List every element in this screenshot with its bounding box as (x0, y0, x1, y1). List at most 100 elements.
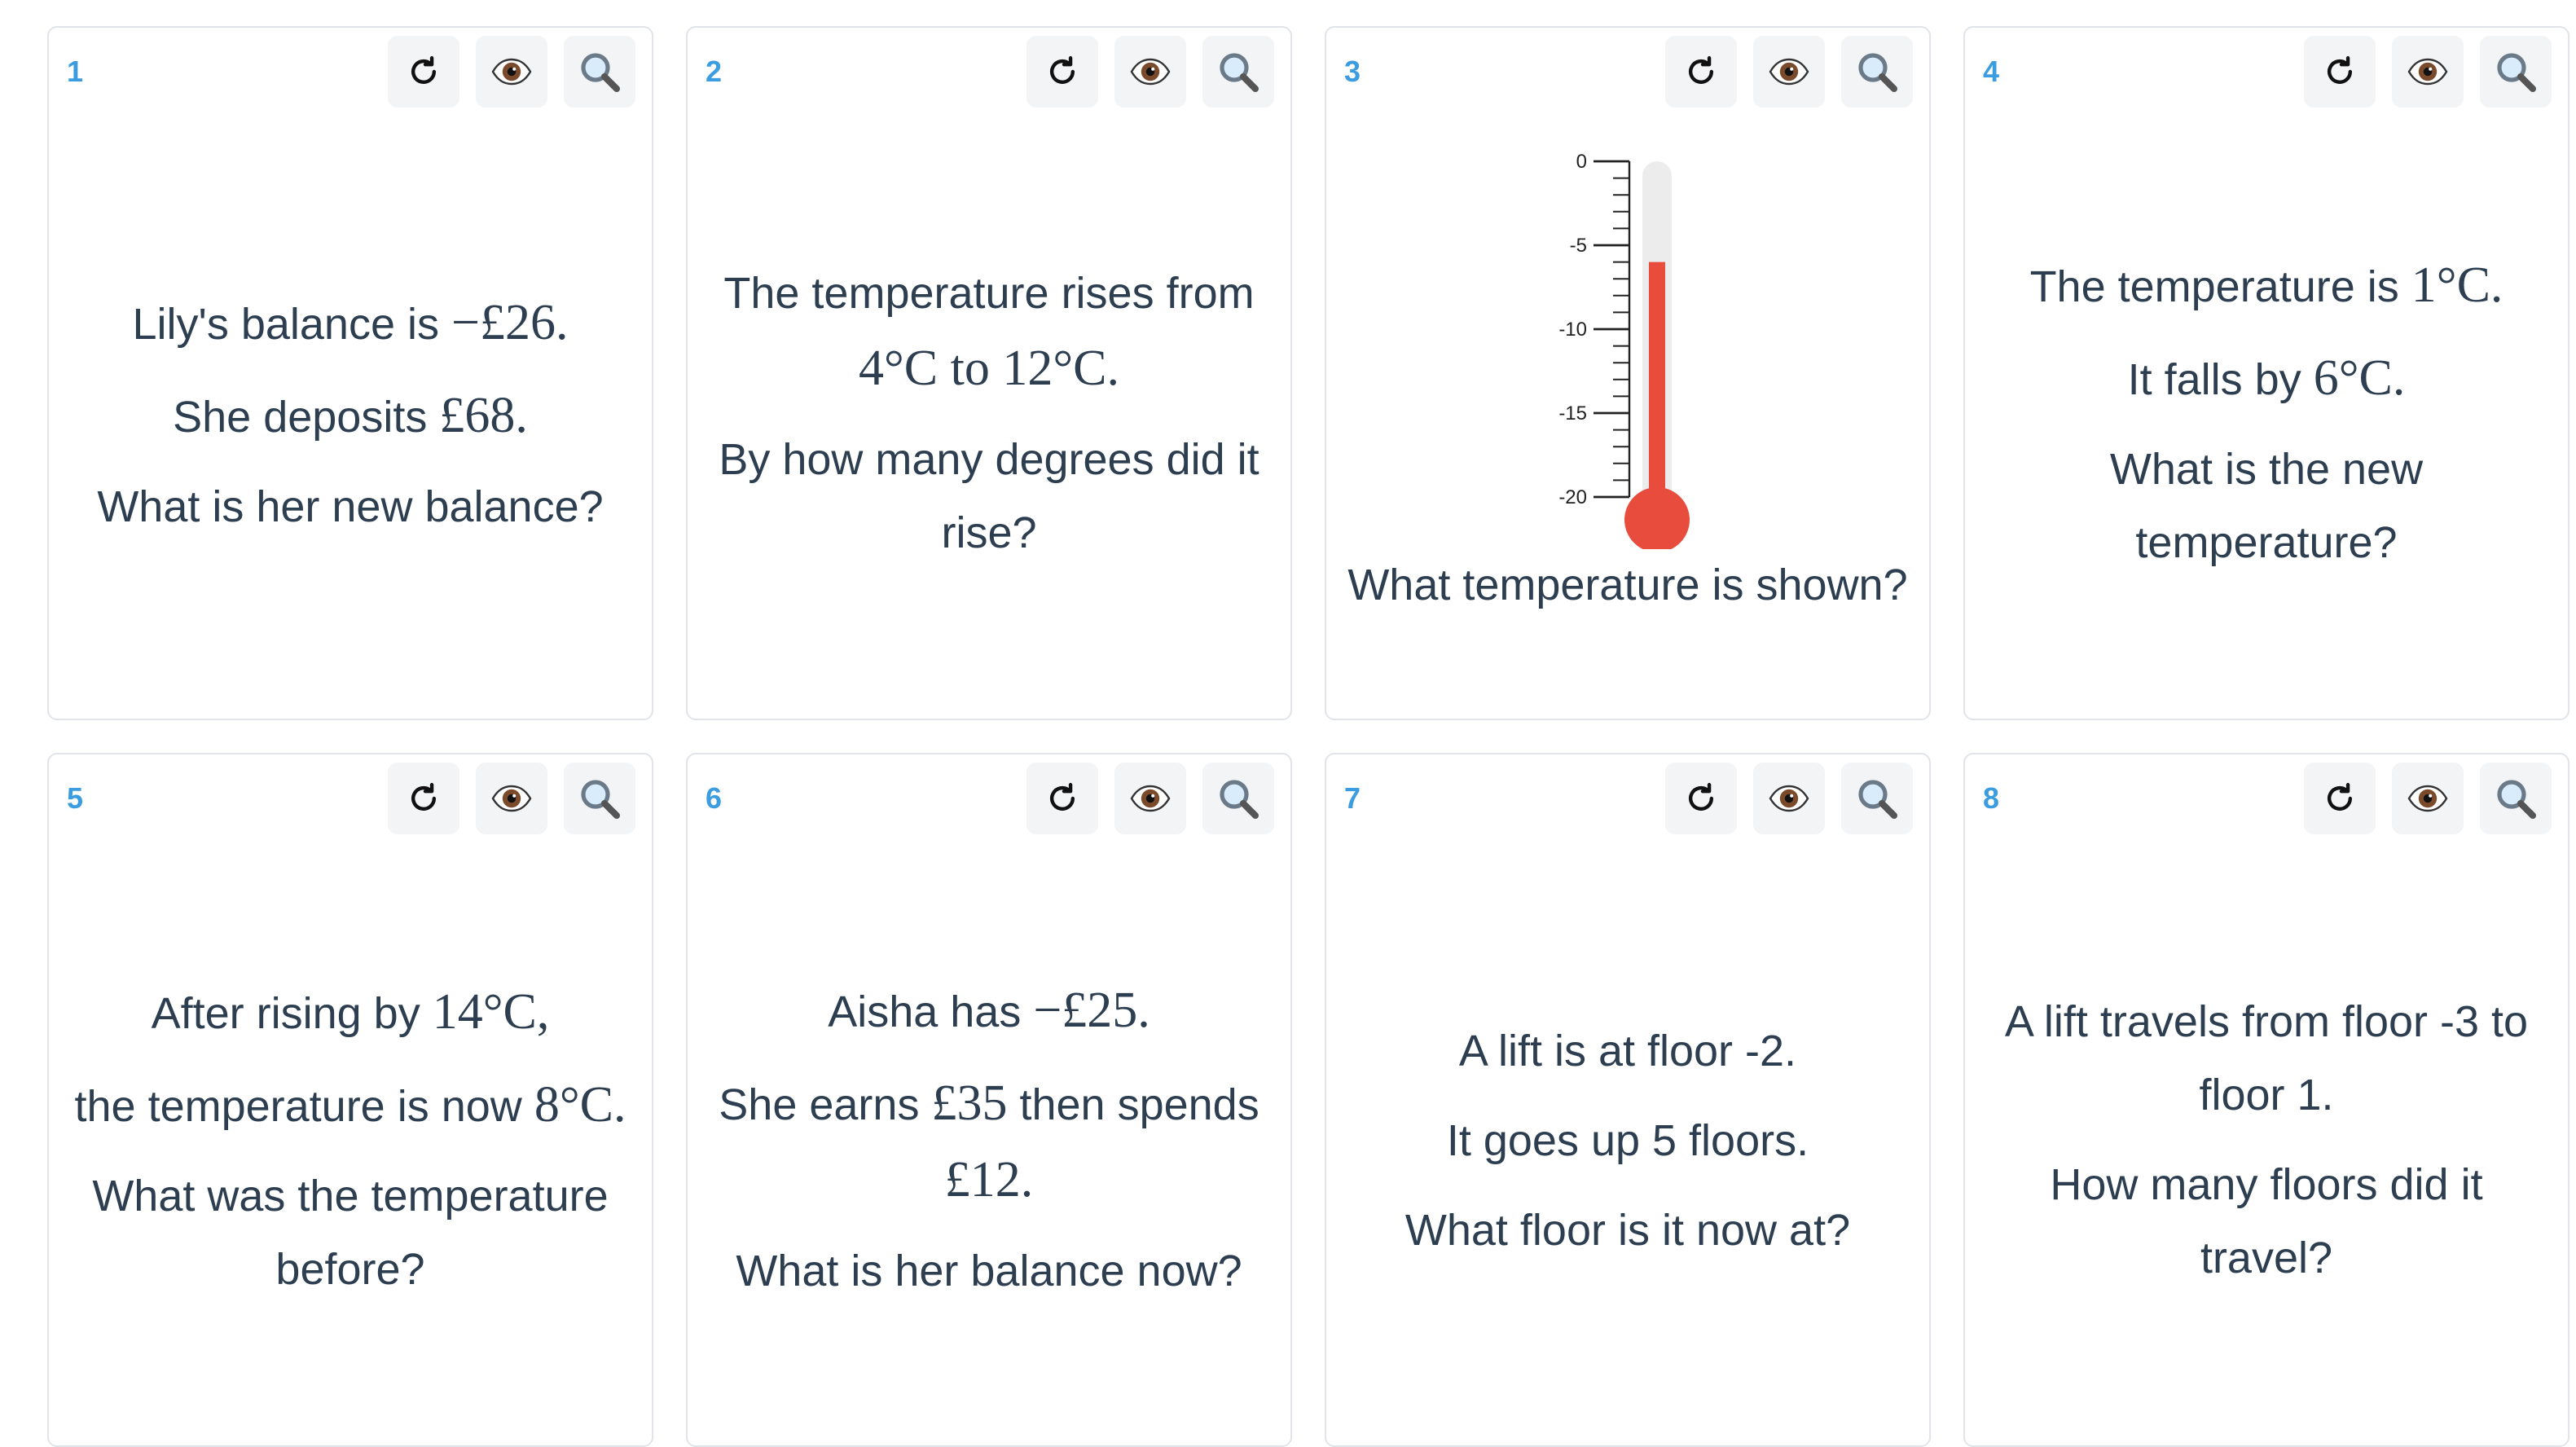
eye-icon (1129, 54, 1172, 90)
regenerate-button[interactable] (1665, 36, 1737, 108)
question-text: 0 -5 -10 -15 -20 What temperature is shown? (1339, 109, 1916, 719)
thermometer-tick-label: -5 (1570, 235, 1587, 257)
regenerate-button[interactable] (388, 763, 459, 834)
eye-icon (2407, 54, 2449, 90)
regenerate-button[interactable] (1026, 763, 1098, 834)
question-text: After rising by 14°C, the temperature is … (62, 836, 639, 1445)
question-line: What floor is it now at? (1405, 1194, 1850, 1267)
thermometer-tick-label: -10 (1558, 319, 1587, 341)
reveal-answer-button[interactable] (1753, 763, 1825, 834)
math-expression: −£25. (1033, 981, 1150, 1038)
zoom-button[interactable] (1202, 763, 1274, 834)
reveal-answer-button[interactable] (2392, 36, 2464, 108)
text-segment: Aisha has (828, 987, 1034, 1036)
question-card: 1 Lily's balance is −£26. She deposits £68… (47, 26, 653, 720)
question-line: Lily's balance is −£26. (133, 284, 569, 361)
magnifier-icon (578, 777, 621, 820)
regenerate-button[interactable] (2304, 763, 2376, 834)
magnifier-icon (578, 51, 621, 93)
regenerate-button[interactable] (1665, 763, 1737, 834)
thermometer-tick-label: 0 (1576, 151, 1587, 173)
text-segment: How many floors did it travel? (2050, 1160, 2483, 1282)
refresh-icon (1683, 54, 1719, 90)
question-card: 8 A lift travels from floor -3 to floor 1… (1963, 753, 2569, 1447)
eye-icon (1768, 781, 1810, 816)
math-expression: 4°C to 12°C. (858, 339, 1119, 396)
question-card-grid: 1 Lily's balance is −£26. She deposits £68… (47, 26, 2569, 1447)
reveal-answer-button[interactable] (1114, 763, 1186, 834)
eye-icon (490, 781, 533, 816)
text-segment: What floor is it now at? (1404, 1205, 1851, 1254)
card-toolbar (2304, 763, 2552, 834)
text-segment: It falls by (2127, 355, 2314, 404)
question-line: The temperature is 1°C. (2030, 248, 2503, 324)
text-segment: A lift travels from floor -3 to floor 1. (2004, 997, 2529, 1119)
zoom-button[interactable] (564, 36, 635, 108)
zoom-button[interactable] (1202, 36, 1274, 108)
question-card: 4 The temperature is 1°C. It falls by 6°C.… (1963, 26, 2569, 720)
question-card: 6 Aisha has −£25. She earns £35 then spend… (686, 753, 1292, 1447)
card-toolbar (388, 36, 635, 108)
question-line: A lift travels from floor -3 to floor 1. (1978, 986, 2555, 1133)
question-line: What temperature is shown? (1347, 561, 1908, 609)
question-line: What is her balance now? (736, 1235, 1242, 1308)
reveal-answer-button[interactable] (476, 763, 547, 834)
math-expression: £35 (931, 1074, 1008, 1131)
reveal-answer-button[interactable] (476, 36, 547, 108)
question-line: Aisha has −£25. (828, 973, 1150, 1049)
text-segment: After rising by (151, 989, 433, 1038)
math-expression: 14°C, (432, 983, 550, 1040)
question-line: the temperature is now 8°C. (75, 1067, 626, 1144)
question-line: She deposits £68. (173, 377, 528, 454)
magnifier-icon (2495, 777, 2537, 820)
math-expression: £12. (944, 1150, 1034, 1207)
zoom-button[interactable] (564, 763, 635, 834)
reveal-answer-button[interactable] (1114, 36, 1186, 108)
question-number: 1 (67, 55, 84, 88)
text-segment: What is the new temperature? (2109, 445, 2424, 567)
card-toolbar (388, 763, 635, 834)
reveal-answer-button[interactable] (2392, 763, 2464, 834)
reveal-answer-button[interactable] (1753, 36, 1825, 108)
refresh-icon (2322, 54, 2358, 90)
card-toolbar (1026, 36, 1274, 108)
zoom-button[interactable] (2480, 36, 2552, 108)
refresh-icon (2322, 781, 2358, 816)
question-card: 3 0 -5 -10 -15 -20 What temperature is shown? (1325, 26, 1931, 720)
eye-icon (2407, 781, 2449, 816)
question-text: The temperature is 1°C. It falls by 6°C. W… (1978, 109, 2555, 719)
question-card: 5 After rising by 14°C, the temperature is… (47, 753, 653, 1447)
question-line: The temperature rises from 4°C to 12°C. (701, 257, 1277, 407)
question-number: 7 (1344, 782, 1361, 815)
zoom-button[interactable] (2480, 763, 2552, 834)
magnifier-icon (1856, 777, 1898, 820)
question-text: Aisha has −£25. She earns £35 then spends… (701, 836, 1277, 1445)
card-toolbar (1665, 763, 1913, 834)
text-segment: What was the temperature before? (92, 1172, 609, 1294)
question-line: After rising by 14°C, (152, 974, 550, 1051)
question-line: How many floors did it travel? (1978, 1149, 2555, 1295)
question-text: A lift is at floor -2. It goes up 5 floor… (1339, 836, 1916, 1445)
text-segment: She deposits (173, 392, 440, 441)
regenerate-button[interactable] (2304, 36, 2376, 108)
text-segment: The temperature rises from (723, 269, 1255, 318)
regenerate-button[interactable] (388, 36, 459, 108)
question-line: She earns £35 then spends £12. (701, 1066, 1277, 1219)
magnifier-icon (1217, 777, 1259, 820)
refresh-icon (1044, 781, 1080, 816)
refresh-icon (406, 54, 442, 90)
regenerate-button[interactable] (1026, 36, 1098, 108)
question-line: It goes up 5 floors. (1447, 1104, 1809, 1177)
refresh-icon (1044, 54, 1080, 90)
math-expression: 6°C. (2313, 349, 2406, 406)
text-segment: By how many degrees did it rise? (719, 435, 1259, 557)
zoom-button[interactable] (1841, 763, 1913, 834)
question-number: 2 (706, 55, 723, 88)
text-segment: What is her new balance? (97, 482, 604, 530)
question-line: What is her new balance? (97, 470, 603, 543)
question-line: It falls by 6°C. (2128, 341, 2406, 417)
card-toolbar (1665, 36, 1913, 108)
math-expression: 1°C. (2411, 256, 2503, 313)
question-number: 4 (1983, 55, 2000, 88)
zoom-button[interactable] (1841, 36, 1913, 108)
